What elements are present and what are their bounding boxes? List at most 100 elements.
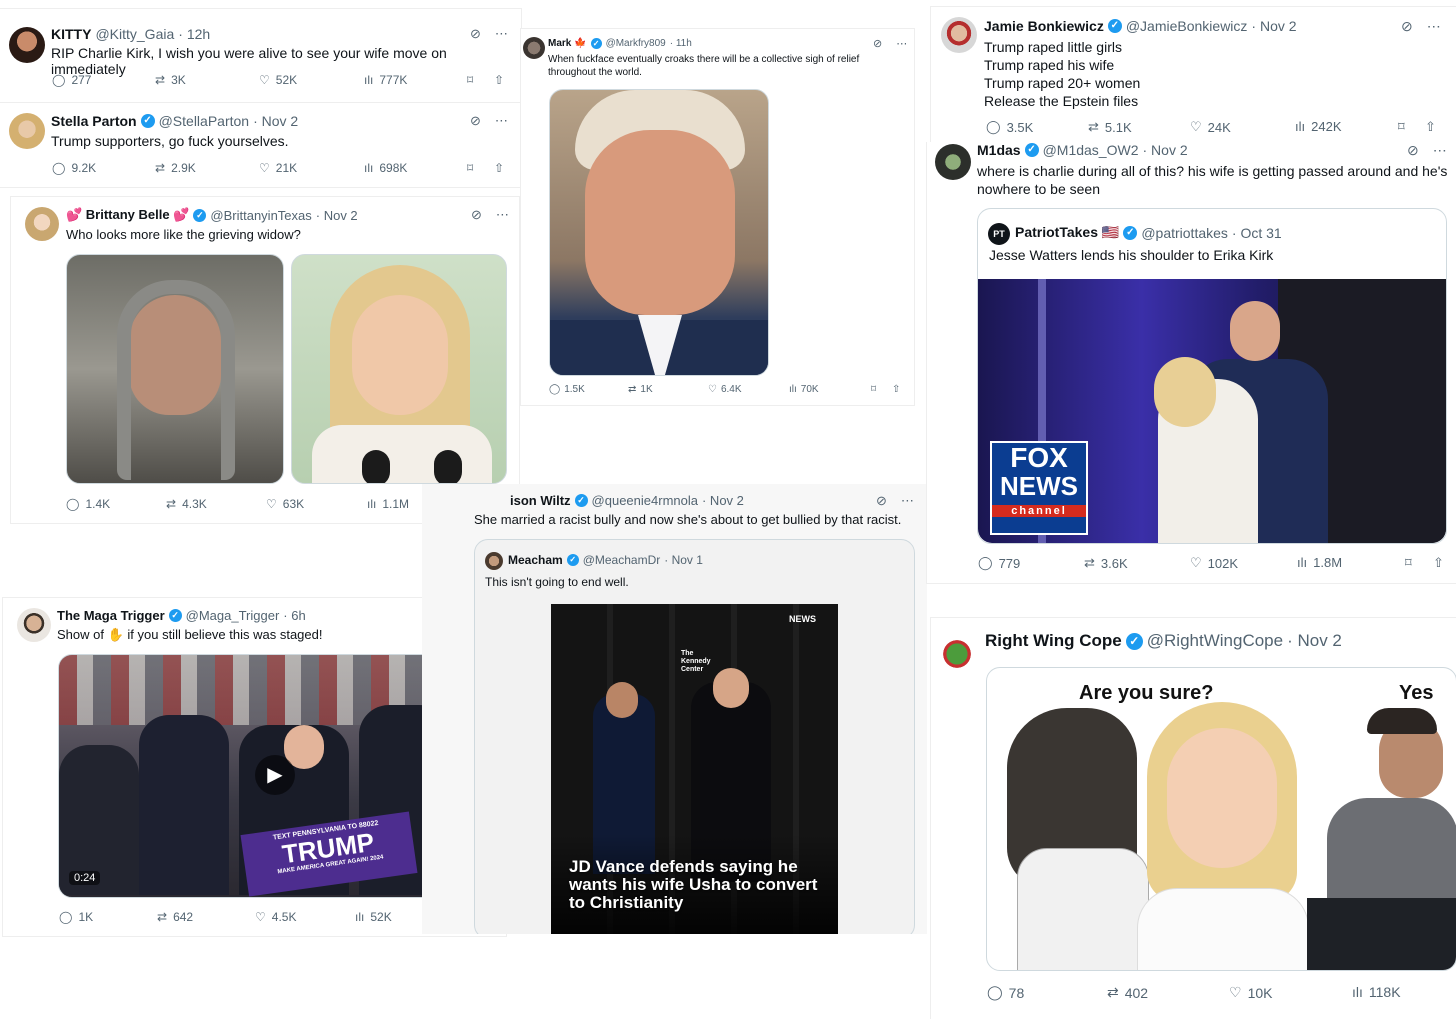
- more-icon[interactable]: ⋯: [496, 207, 509, 223]
- tweet-image[interactable]: [549, 89, 769, 376]
- tweet-m1das[interactable]: M1das ✓ @M1das_OW2 · Nov 2 ⊘ ⋯ where is c…: [926, 142, 1456, 584]
- quote-author-name[interactable]: PatriotTakes 🇺🇸: [1015, 224, 1119, 241]
- timestamp[interactable]: · Nov 2: [316, 208, 358, 223]
- quote-image[interactable]: FOX NEWS channel: [978, 279, 1446, 543]
- grok-icon[interactable]: ⊘: [1407, 142, 1419, 159]
- author-handle[interactable]: @BrittanyinTexas: [210, 208, 311, 223]
- grok-icon[interactable]: ⊘: [873, 37, 882, 50]
- play-icon[interactable]: ▶: [255, 755, 295, 795]
- timestamp[interactable]: · Nov 2: [253, 113, 298, 129]
- author-handle[interactable]: @Maga_Trigger: [186, 608, 280, 623]
- retweet-button[interactable]: ⇄ 2.9K: [155, 161, 196, 175]
- avatar[interactable]: [941, 17, 977, 53]
- more-icon[interactable]: ⋯: [1433, 142, 1447, 159]
- retweet-button[interactable]: ⇄ 5.1K: [1088, 119, 1132, 135]
- tweet-kitty[interactable]: KITTY @Kitty_Gaia · 12h ⊘ ⋯ RIP Charlie K…: [0, 8, 522, 102]
- grok-icon[interactable]: ⊘: [1401, 18, 1413, 35]
- share-button[interactable]: ⇧: [1433, 555, 1444, 571]
- more-icon[interactable]: ⋯: [495, 26, 508, 42]
- quote-avatar[interactable]: PT: [988, 223, 1010, 245]
- author-handle[interactable]: @Markfry809: [606, 38, 666, 49]
- bookmark-button[interactable]: ⌑: [871, 384, 876, 395]
- reply-button[interactable]: ◯ 3.5K: [986, 119, 1033, 135]
- author-handle[interactable]: @RightWingCope: [1147, 631, 1283, 651]
- avatar[interactable]: [25, 207, 59, 241]
- like-button[interactable]: ♡ 10K: [1229, 984, 1272, 1001]
- grok-icon[interactable]: ⊘: [471, 207, 482, 223]
- author-handle[interactable]: @StellaParton: [159, 113, 249, 129]
- more-icon[interactable]: ⋯: [896, 37, 907, 50]
- reply-button[interactable]: ◯ 779: [978, 555, 1020, 571]
- like-button[interactable]: ♡ 63K: [266, 497, 304, 511]
- retweet-button[interactable]: ⇄ 402: [1107, 984, 1148, 1001]
- views-button[interactable]: ılı 777K: [364, 73, 407, 87]
- more-icon[interactable]: ⋯: [901, 493, 914, 509]
- tweet-mark[interactable]: Mark 🍁 ✓ @Markfry809 · 11h ⊘ ⋯ When fuckf…: [520, 28, 915, 406]
- views-button[interactable]: ılı 242K: [1295, 119, 1342, 134]
- reply-button[interactable]: ◯ 78: [987, 984, 1024, 1001]
- views-button[interactable]: ılı 70K: [789, 384, 819, 395]
- tweet-right-wing-cope[interactable]: Right Wing Cope ✓ @RightWingCope · Nov 2…: [930, 617, 1456, 1019]
- bookmark-button[interactable]: ⌑: [467, 161, 473, 175]
- tweet-meme-image[interactable]: Are you sure? Yes: [986, 667, 1456, 971]
- reply-button[interactable]: ◯ 1K: [59, 910, 93, 924]
- retweet-button[interactable]: ⇄ 3.6K: [1084, 555, 1128, 571]
- author-name[interactable]: 💕 Brittany Belle 💕: [66, 207, 189, 223]
- author-name[interactable]: Jamie Bonkiewicz: [984, 18, 1104, 34]
- quote-image[interactable]: The Kennedy Center NEWS JD Vance defends…: [551, 604, 838, 934]
- grok-icon[interactable]: ⊘: [470, 26, 481, 42]
- quote-avatar[interactable]: [485, 552, 503, 570]
- bookmark-button[interactable]: ⌑: [1398, 119, 1405, 135]
- more-icon[interactable]: ⋯: [495, 113, 508, 129]
- like-button[interactable]: ♡ 4.5K: [255, 910, 296, 924]
- quoted-tweet[interactable]: PT PatriotTakes 🇺🇸 ✓ @patriottakes · Oct…: [977, 208, 1447, 544]
- retweet-button[interactable]: ⇄ 4.3K: [166, 497, 207, 511]
- author-name[interactable]: M1das: [977, 142, 1021, 158]
- tweet-image-right[interactable]: [291, 254, 507, 484]
- author-handle[interactable]: @JamieBonkiewicz: [1126, 18, 1248, 34]
- retweet-button[interactable]: ⇄ 1K: [628, 384, 653, 395]
- bookmark-button[interactable]: ⌑: [1405, 555, 1412, 571]
- author-name[interactable]: Stella Parton: [51, 113, 137, 129]
- share-button[interactable]: ⇧: [1425, 119, 1436, 135]
- timestamp[interactable]: · Nov 2: [1287, 631, 1342, 651]
- timestamp[interactable]: · 6h: [283, 608, 305, 623]
- author-name[interactable]: Right Wing Cope: [985, 631, 1122, 651]
- share-button[interactable]: ⇧: [494, 73, 504, 87]
- share-button[interactable]: ⇧: [892, 384, 900, 395]
- avatar[interactable]: [17, 608, 51, 642]
- timestamp[interactable]: · Nov 2: [1251, 18, 1296, 34]
- timestamp[interactable]: · Nov 2: [702, 493, 744, 508]
- views-button[interactable]: ılı 1.1M: [367, 497, 409, 511]
- quoted-tweet[interactable]: Meacham ✓ @MeachamDr · Nov 1 This isn't …: [474, 539, 915, 934]
- retweet-button[interactable]: ⇄ 642: [157, 910, 193, 924]
- grok-icon[interactable]: ⊘: [470, 113, 481, 129]
- author-name[interactable]: KITTY: [51, 26, 91, 42]
- reply-button[interactable]: ◯ 1.4K: [66, 497, 110, 511]
- like-button[interactable]: ♡ 24K: [1190, 119, 1231, 135]
- tweet-stella[interactable]: Stella Parton ✓ @StellaParton · Nov 2 ⊘ ⋯…: [0, 102, 524, 188]
- like-button[interactable]: ♡ 102K: [1190, 555, 1238, 571]
- views-button[interactable]: ılı 118K: [1352, 984, 1401, 1000]
- author-handle[interactable]: @Kitty_Gaia: [95, 26, 174, 42]
- avatar[interactable]: [937, 632, 977, 672]
- tweet-jamie[interactable]: Jamie Bonkiewicz ✓ @JamieBonkiewicz · No…: [930, 6, 1456, 142]
- grok-icon[interactable]: ⊘: [876, 493, 887, 509]
- tweet-brittany[interactable]: 💕 Brittany Belle 💕 ✓ @BrittanyinTexas · …: [10, 196, 520, 524]
- author-name[interactable]: Mark 🍁: [548, 38, 587, 49]
- bookmark-button[interactable]: ⌑: [467, 73, 473, 87]
- reply-button[interactable]: ◯ 277: [52, 73, 91, 87]
- author-handle[interactable]: @queenie4rmnola: [592, 493, 698, 508]
- views-button[interactable]: ılı 698K: [364, 161, 407, 175]
- author-name[interactable]: The Maga Trigger: [57, 608, 165, 623]
- quote-timestamp[interactable]: · Oct 31: [1232, 225, 1282, 241]
- avatar[interactable]: [9, 113, 45, 149]
- reply-button[interactable]: ◯ 1.5K: [549, 384, 585, 395]
- author-handle[interactable]: @M1das_OW2: [1043, 142, 1139, 158]
- timestamp[interactable]: · 12h: [178, 26, 210, 42]
- retweet-button[interactable]: ⇄ 3K: [155, 73, 186, 87]
- reply-button[interactable]: ◯ 9.2K: [52, 161, 96, 175]
- tweet-image-left[interactable]: [66, 254, 284, 484]
- quote-author-name[interactable]: Meacham: [508, 553, 563, 567]
- quote-author-handle[interactable]: @patriottakes: [1141, 225, 1228, 241]
